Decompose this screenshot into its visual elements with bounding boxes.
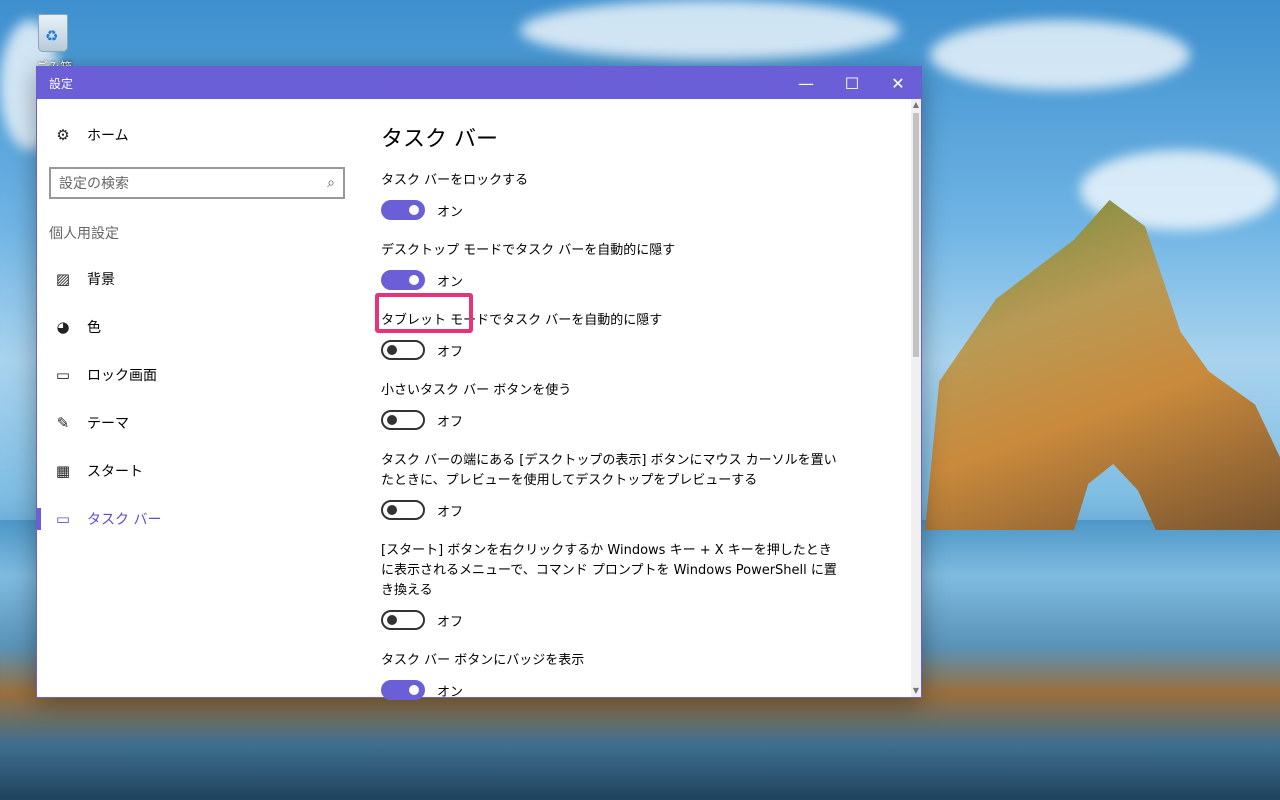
scrollbar[interactable]: ▲ ▼ xyxy=(911,99,921,697)
sidebar-item-label: スタート xyxy=(87,464,143,480)
toggle-row: オン xyxy=(381,199,841,221)
section-label: 個人用設定 xyxy=(49,226,119,242)
scroll-thumb[interactable] xyxy=(913,113,919,357)
sidebar-item-theme[interactable]: ✎ テーマ xyxy=(37,403,357,443)
setting-label: タスク バーをロックする xyxy=(381,173,529,188)
setting-label: 小さいタスク バー ボタンを使う xyxy=(381,383,572,398)
setting-label: タスク バー ボタンにバッジを表示 xyxy=(381,653,585,668)
palette-icon: ◕ xyxy=(56,318,70,336)
toggle-row: オフ xyxy=(381,499,841,521)
setting-show-badges: タスク バー ボタンにバッジを表示 オン xyxy=(381,651,841,701)
cloud xyxy=(930,20,1190,90)
sidebar-item-label: 背景 xyxy=(87,272,115,288)
maximize-button[interactable]: ☐ xyxy=(829,67,875,99)
settings-window: 設定 — ☐ ✕ ⚙ ホーム 設定の検索 ⌕ 個人用設定 ▨ 背景 ◕ 色 ▭ … xyxy=(36,66,922,700)
toggle-switch[interactable] xyxy=(381,270,425,290)
toggle-switch[interactable] xyxy=(381,500,425,520)
toggle-switch[interactable] xyxy=(381,680,425,700)
theme-icon: ✎ xyxy=(56,414,70,432)
rock-arch xyxy=(925,200,1280,530)
toggle-state: オフ xyxy=(437,614,464,630)
toggle-knob xyxy=(387,505,397,515)
recycle-bin-icon[interactable]: ♻ xyxy=(34,10,72,56)
search-icon: ⌕ xyxy=(327,175,335,191)
toggle-switch[interactable] xyxy=(381,200,425,220)
sidebar-item-label: ロック画面 xyxy=(87,368,157,384)
sidebar-item-color[interactable]: ◕ 色 xyxy=(37,307,357,347)
toggle-state: オン xyxy=(437,684,464,700)
setting-lock-taskbar: タスク バーをロックする オン xyxy=(381,171,841,221)
lock-screen-icon: ▭ xyxy=(55,366,71,384)
toggle-knob xyxy=(387,345,397,355)
setting-powershell: [スタート] ボタンを右クリックするか Windows キー + X キーを押し… xyxy=(381,541,841,631)
toggle-knob xyxy=(409,205,419,215)
setting-label: タスク バーの端にある [デスクトップの表示] ボタンにマウス カーソルを置いた… xyxy=(381,453,837,488)
window-title: 設定 xyxy=(49,76,74,91)
gear-icon: ⚙ xyxy=(56,126,70,144)
toggle-switch[interactable] xyxy=(381,410,425,430)
setting-label: デスクトップ モードでタスク バーを自動的に隠す xyxy=(381,243,676,258)
setting-autohide-desktop: デスクトップ モードでタスク バーを自動的に隠す オン xyxy=(381,241,841,291)
sidebar-item-label: タスク バー xyxy=(87,512,162,528)
toggle-switch[interactable] xyxy=(381,610,425,630)
search-placeholder: 設定の検索 xyxy=(59,176,129,192)
toggle-knob xyxy=(387,615,397,625)
taskbar-icon: ▭ xyxy=(55,510,71,528)
sidebar-item-home[interactable]: ⚙ ホーム xyxy=(37,115,357,155)
image-icon: ▨ xyxy=(55,270,71,288)
toggle-state: オン xyxy=(437,204,464,220)
setting-peek-preview: タスク バーの端にある [デスクトップの表示] ボタンにマウス カーソルを置いた… xyxy=(381,451,841,521)
toggle-row: オン xyxy=(381,269,841,291)
toggle-knob xyxy=(409,685,419,695)
search-input[interactable]: 設定の検索 ⌕ xyxy=(49,167,345,199)
highlight-box xyxy=(375,293,473,333)
setting-small-buttons: 小さいタスク バー ボタンを使う オフ xyxy=(381,381,841,431)
title-bar[interactable]: 設定 — ☐ ✕ xyxy=(37,67,921,99)
sidebar-item-lock-screen[interactable]: ▭ ロック画面 xyxy=(37,355,357,395)
page-title: タスク バー xyxy=(381,127,498,152)
sidebar-item-label: ホーム xyxy=(87,128,129,144)
cloud xyxy=(520,0,900,60)
scroll-up-arrow-icon[interactable]: ▲ xyxy=(911,99,921,111)
toggle-knob xyxy=(387,415,397,425)
sidebar-item-background[interactable]: ▨ 背景 xyxy=(37,259,357,299)
recycle-symbol-icon: ♻ xyxy=(45,27,59,45)
toggle-switch[interactable] xyxy=(381,340,425,360)
setting-label: [スタート] ボタンを右クリックするか Windows キー + X キーを押し… xyxy=(381,543,837,598)
toggle-state: オフ xyxy=(437,504,464,520)
start-icon: ▦ xyxy=(55,462,71,480)
sidebar-item-label: 色 xyxy=(87,320,101,336)
toggle-row: オン xyxy=(381,679,841,701)
close-button[interactable]: ✕ xyxy=(875,67,921,99)
sidebar: ⚙ ホーム 設定の検索 ⌕ 個人用設定 ▨ 背景 ◕ 色 ▭ ロック画面 ✎ テ… xyxy=(37,99,357,697)
toggle-state: オフ xyxy=(437,414,464,430)
toggle-row: オフ xyxy=(381,609,841,631)
minimize-button[interactable]: — xyxy=(783,67,829,99)
sidebar-item-taskbar[interactable]: ▭ タスク バー xyxy=(37,499,357,539)
toggle-state: オン xyxy=(437,274,464,290)
window-body: ⚙ ホーム 設定の検索 ⌕ 個人用設定 ▨ 背景 ◕ 色 ▭ ロック画面 ✎ テ… xyxy=(37,99,921,700)
settings-content: タスク バー タスク バーをロックする オン デスクトップ モードでタスク バー… xyxy=(381,99,901,700)
toggle-state: オフ xyxy=(437,344,464,360)
toggle-row: オフ xyxy=(381,409,841,431)
sidebar-item-label: テーマ xyxy=(87,416,129,432)
scroll-down-arrow-icon[interactable]: ▼ xyxy=(911,685,921,697)
sidebar-item-start[interactable]: ▦ スタート xyxy=(37,451,357,491)
toggle-knob xyxy=(409,275,419,285)
toggle-row: オフ xyxy=(381,339,841,361)
